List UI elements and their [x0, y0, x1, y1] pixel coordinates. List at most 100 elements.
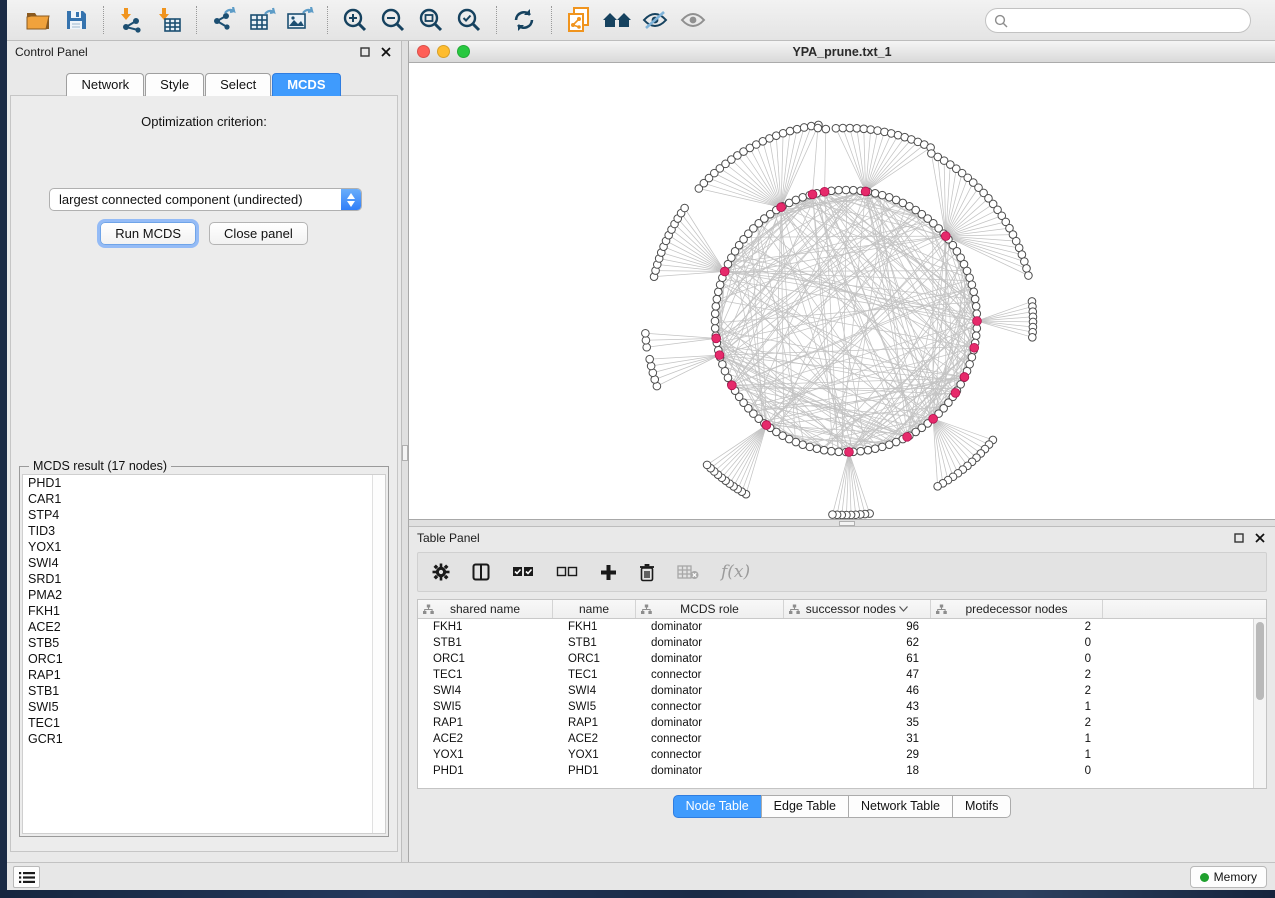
mcds-result-node[interactable]: GCR1	[23, 731, 385, 747]
mcds-result-node[interactable]: SWI5	[23, 699, 385, 715]
tab-edge-table[interactable]: Edge Table	[761, 795, 849, 818]
cell-name[interactable]: YOX1	[553, 749, 636, 761]
cell-successor-nodes[interactable]: 18	[784, 765, 931, 777]
cell-successor-nodes[interactable]: 43	[784, 701, 931, 713]
cell-successor-nodes[interactable]: 31	[784, 733, 931, 745]
mcds-result-node[interactable]: SRD1	[23, 571, 385, 587]
table-row[interactable]: ACE2ACE2connector311	[418, 731, 1266, 747]
cell-successor-nodes[interactable]: 96	[784, 621, 931, 633]
mcds-result-node[interactable]: CAR1	[23, 491, 385, 507]
column-header-predecessor-nodes[interactable]: predecessor nodes	[931, 600, 1103, 618]
mcds-result-node[interactable]: STB1	[23, 683, 385, 699]
open-file-icon[interactable]	[21, 5, 55, 35]
refresh-icon[interactable]	[507, 5, 541, 35]
tab-style[interactable]: Style	[145, 73, 204, 96]
close-panel-icon[interactable]	[1253, 531, 1267, 545]
network-titlebar[interactable]: YPA_prune.txt_1	[409, 41, 1275, 63]
cell-mcds-role[interactable]: connector	[636, 733, 784, 745]
close-panel-button[interactable]: Close panel	[209, 222, 308, 245]
column-header-successor-nodes[interactable]: successor nodes	[784, 600, 931, 618]
zoom-out-icon[interactable]	[376, 5, 410, 35]
cell-mcds-role[interactable]: connector	[636, 701, 784, 713]
task-history-button[interactable]	[13, 866, 40, 888]
cell-name[interactable]: SWI5	[553, 701, 636, 713]
clone-network-icon[interactable]	[562, 5, 596, 35]
table-row[interactable]: YOX1YOX1connector291	[418, 747, 1266, 763]
table-row[interactable]: PHD1PHD1dominator180	[418, 763, 1266, 779]
mcds-result-node[interactable]: PHD1	[23, 475, 385, 491]
table-row[interactable]: RAP1RAP1dominator352	[418, 715, 1266, 731]
cell-predecessor-nodes[interactable]: 0	[931, 637, 1103, 649]
scrollbar-thumb[interactable]	[1256, 622, 1264, 700]
cell-name[interactable]: RAP1	[553, 717, 636, 729]
add-row-icon[interactable]	[600, 560, 617, 584]
export-network-icon[interactable]	[207, 5, 241, 35]
import-network-icon[interactable]	[114, 5, 148, 35]
column-header-name[interactable]: name	[553, 600, 636, 618]
float-panel-icon[interactable]	[358, 45, 372, 59]
splitter-grip[interactable]	[839, 521, 855, 526]
cell-name[interactable]: ORC1	[553, 653, 636, 665]
mcds-result-node[interactable]: FKH1	[23, 603, 385, 619]
run-mcds-button[interactable]: Run MCDS	[100, 222, 196, 245]
import-table-icon[interactable]	[152, 5, 186, 35]
float-panel-icon[interactable]	[1232, 531, 1246, 545]
table-row[interactable]: FKH1FKH1dominator962	[418, 619, 1266, 635]
tab-select[interactable]: Select	[205, 73, 271, 96]
cell-shared-name[interactable]: FKH1	[418, 621, 553, 633]
cell-shared-name[interactable]: SWI4	[418, 685, 553, 697]
cell-name[interactable]: SWI4	[553, 685, 636, 697]
search-input[interactable]	[1008, 14, 1250, 28]
network-search-field[interactable]	[985, 8, 1251, 33]
cell-successor-nodes[interactable]: 62	[784, 637, 931, 649]
mcds-result-node[interactable]: SWI4	[23, 555, 385, 571]
cell-mcds-role[interactable]: connector	[636, 669, 784, 681]
cell-shared-name[interactable]: ORC1	[418, 653, 553, 665]
tab-node-table[interactable]: Node Table	[673, 795, 762, 818]
cell-shared-name[interactable]: ACE2	[418, 733, 553, 745]
table-row[interactable]: STB1STB1dominator620	[418, 635, 1266, 651]
network-canvas[interactable]	[409, 63, 1275, 519]
cell-successor-nodes[interactable]: 61	[784, 653, 931, 665]
export-table-icon[interactable]	[245, 5, 279, 35]
cell-shared-name[interactable]: PHD1	[418, 765, 553, 777]
mcds-result-node[interactable]: TID3	[23, 523, 385, 539]
splitter-grip[interactable]	[402, 445, 408, 461]
cell-predecessor-nodes[interactable]: 0	[931, 653, 1103, 665]
hide-selected-icon[interactable]	[638, 5, 672, 35]
show-all-icon[interactable]	[676, 5, 710, 35]
zoom-in-icon[interactable]	[338, 5, 372, 35]
cell-shared-name[interactable]: SWI5	[418, 701, 553, 713]
cell-predecessor-nodes[interactable]: 2	[931, 669, 1103, 681]
table-scrollbar[interactable]	[1253, 619, 1266, 788]
cell-predecessor-nodes[interactable]: 2	[931, 685, 1103, 697]
mcds-result-node[interactable]: YOX1	[23, 539, 385, 555]
criterion-dropdown[interactable]: largest connected component (undirected)	[49, 188, 362, 211]
show-columns-icon[interactable]	[472, 560, 490, 584]
first-neighbors-icon[interactable]	[600, 5, 634, 35]
zoom-fit-icon[interactable]	[414, 5, 448, 35]
deselect-all-icon[interactable]	[556, 560, 578, 584]
cell-name[interactable]: STB1	[553, 637, 636, 649]
cell-name[interactable]: ACE2	[553, 733, 636, 745]
cell-mcds-role[interactable]: dominator	[636, 621, 784, 633]
cell-predecessor-nodes[interactable]: 0	[931, 765, 1103, 777]
settings-gear-icon[interactable]	[432, 560, 450, 584]
cell-mcds-role[interactable]: dominator	[636, 653, 784, 665]
cell-predecessor-nodes[interactable]: 1	[931, 733, 1103, 745]
mcds-result-node[interactable]: STB5	[23, 635, 385, 651]
tab-mcds[interactable]: MCDS	[272, 73, 340, 96]
cell-mcds-role[interactable]: dominator	[636, 685, 784, 697]
zoom-selected-icon[interactable]	[452, 5, 486, 35]
mcds-result-list[interactable]: PHD1CAR1STP4TID3YOX1SWI4SRD1PMA2FKH1ACE2…	[22, 474, 386, 834]
tab-network-table[interactable]: Network Table	[848, 795, 953, 818]
cell-shared-name[interactable]: RAP1	[418, 717, 553, 729]
cell-mcds-role[interactable]: dominator	[636, 717, 784, 729]
cell-predecessor-nodes[interactable]: 1	[931, 749, 1103, 761]
mcds-result-node[interactable]: ACE2	[23, 619, 385, 635]
cell-mcds-role[interactable]: dominator	[636, 637, 784, 649]
cell-successor-nodes[interactable]: 29	[784, 749, 931, 761]
delete-row-icon[interactable]	[639, 560, 655, 584]
cell-successor-nodes[interactable]: 46	[784, 685, 931, 697]
mcds-result-node[interactable]: RAP1	[23, 667, 385, 683]
